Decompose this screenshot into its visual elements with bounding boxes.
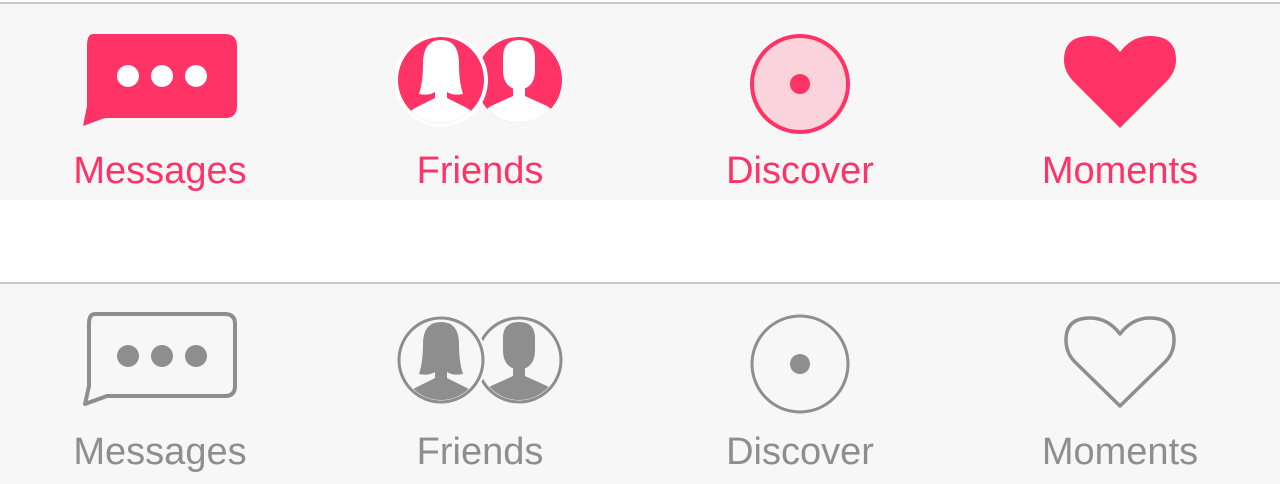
tab-bar-unselected: Messages Friends Discover Moments	[0, 282, 1280, 484]
tab-moments[interactable]: Moments	[960, 4, 1280, 200]
tab-bar-selected: Messages Friends Discover Moments	[0, 2, 1280, 200]
heart-icon	[1064, 36, 1176, 128]
tab-messages[interactable]: Messages	[0, 4, 320, 200]
tab-label-moments: Moments	[1041, 150, 1199, 192]
tab-label-friends: Friends	[416, 150, 544, 192]
friends-icon	[395, 314, 563, 406]
tab-label-discover: Discover	[726, 431, 874, 473]
tab-label-friends: Friends	[416, 431, 544, 473]
tab-messages[interactable]: Messages	[0, 284, 320, 484]
discover-icon	[750, 314, 850, 414]
tab-label-discover: Discover	[726, 150, 874, 192]
tab-label-messages: Messages	[73, 150, 247, 192]
heart-outline-icon	[1064, 316, 1176, 408]
chat-bubble-icon	[83, 34, 237, 126]
chat-bubble-outline-icon	[83, 312, 237, 406]
tab-discover[interactable]: Discover	[640, 4, 960, 200]
tab-label-moments: Moments	[1041, 431, 1199, 473]
tab-label-messages: Messages	[73, 431, 247, 473]
tab-friends[interactable]: Friends	[320, 284, 640, 484]
tab-friends[interactable]: Friends	[320, 4, 640, 200]
discover-icon	[750, 34, 850, 134]
tab-moments[interactable]: Moments	[960, 284, 1280, 484]
tab-discover[interactable]: Discover	[640, 284, 960, 484]
friends-icon	[395, 33, 562, 127]
